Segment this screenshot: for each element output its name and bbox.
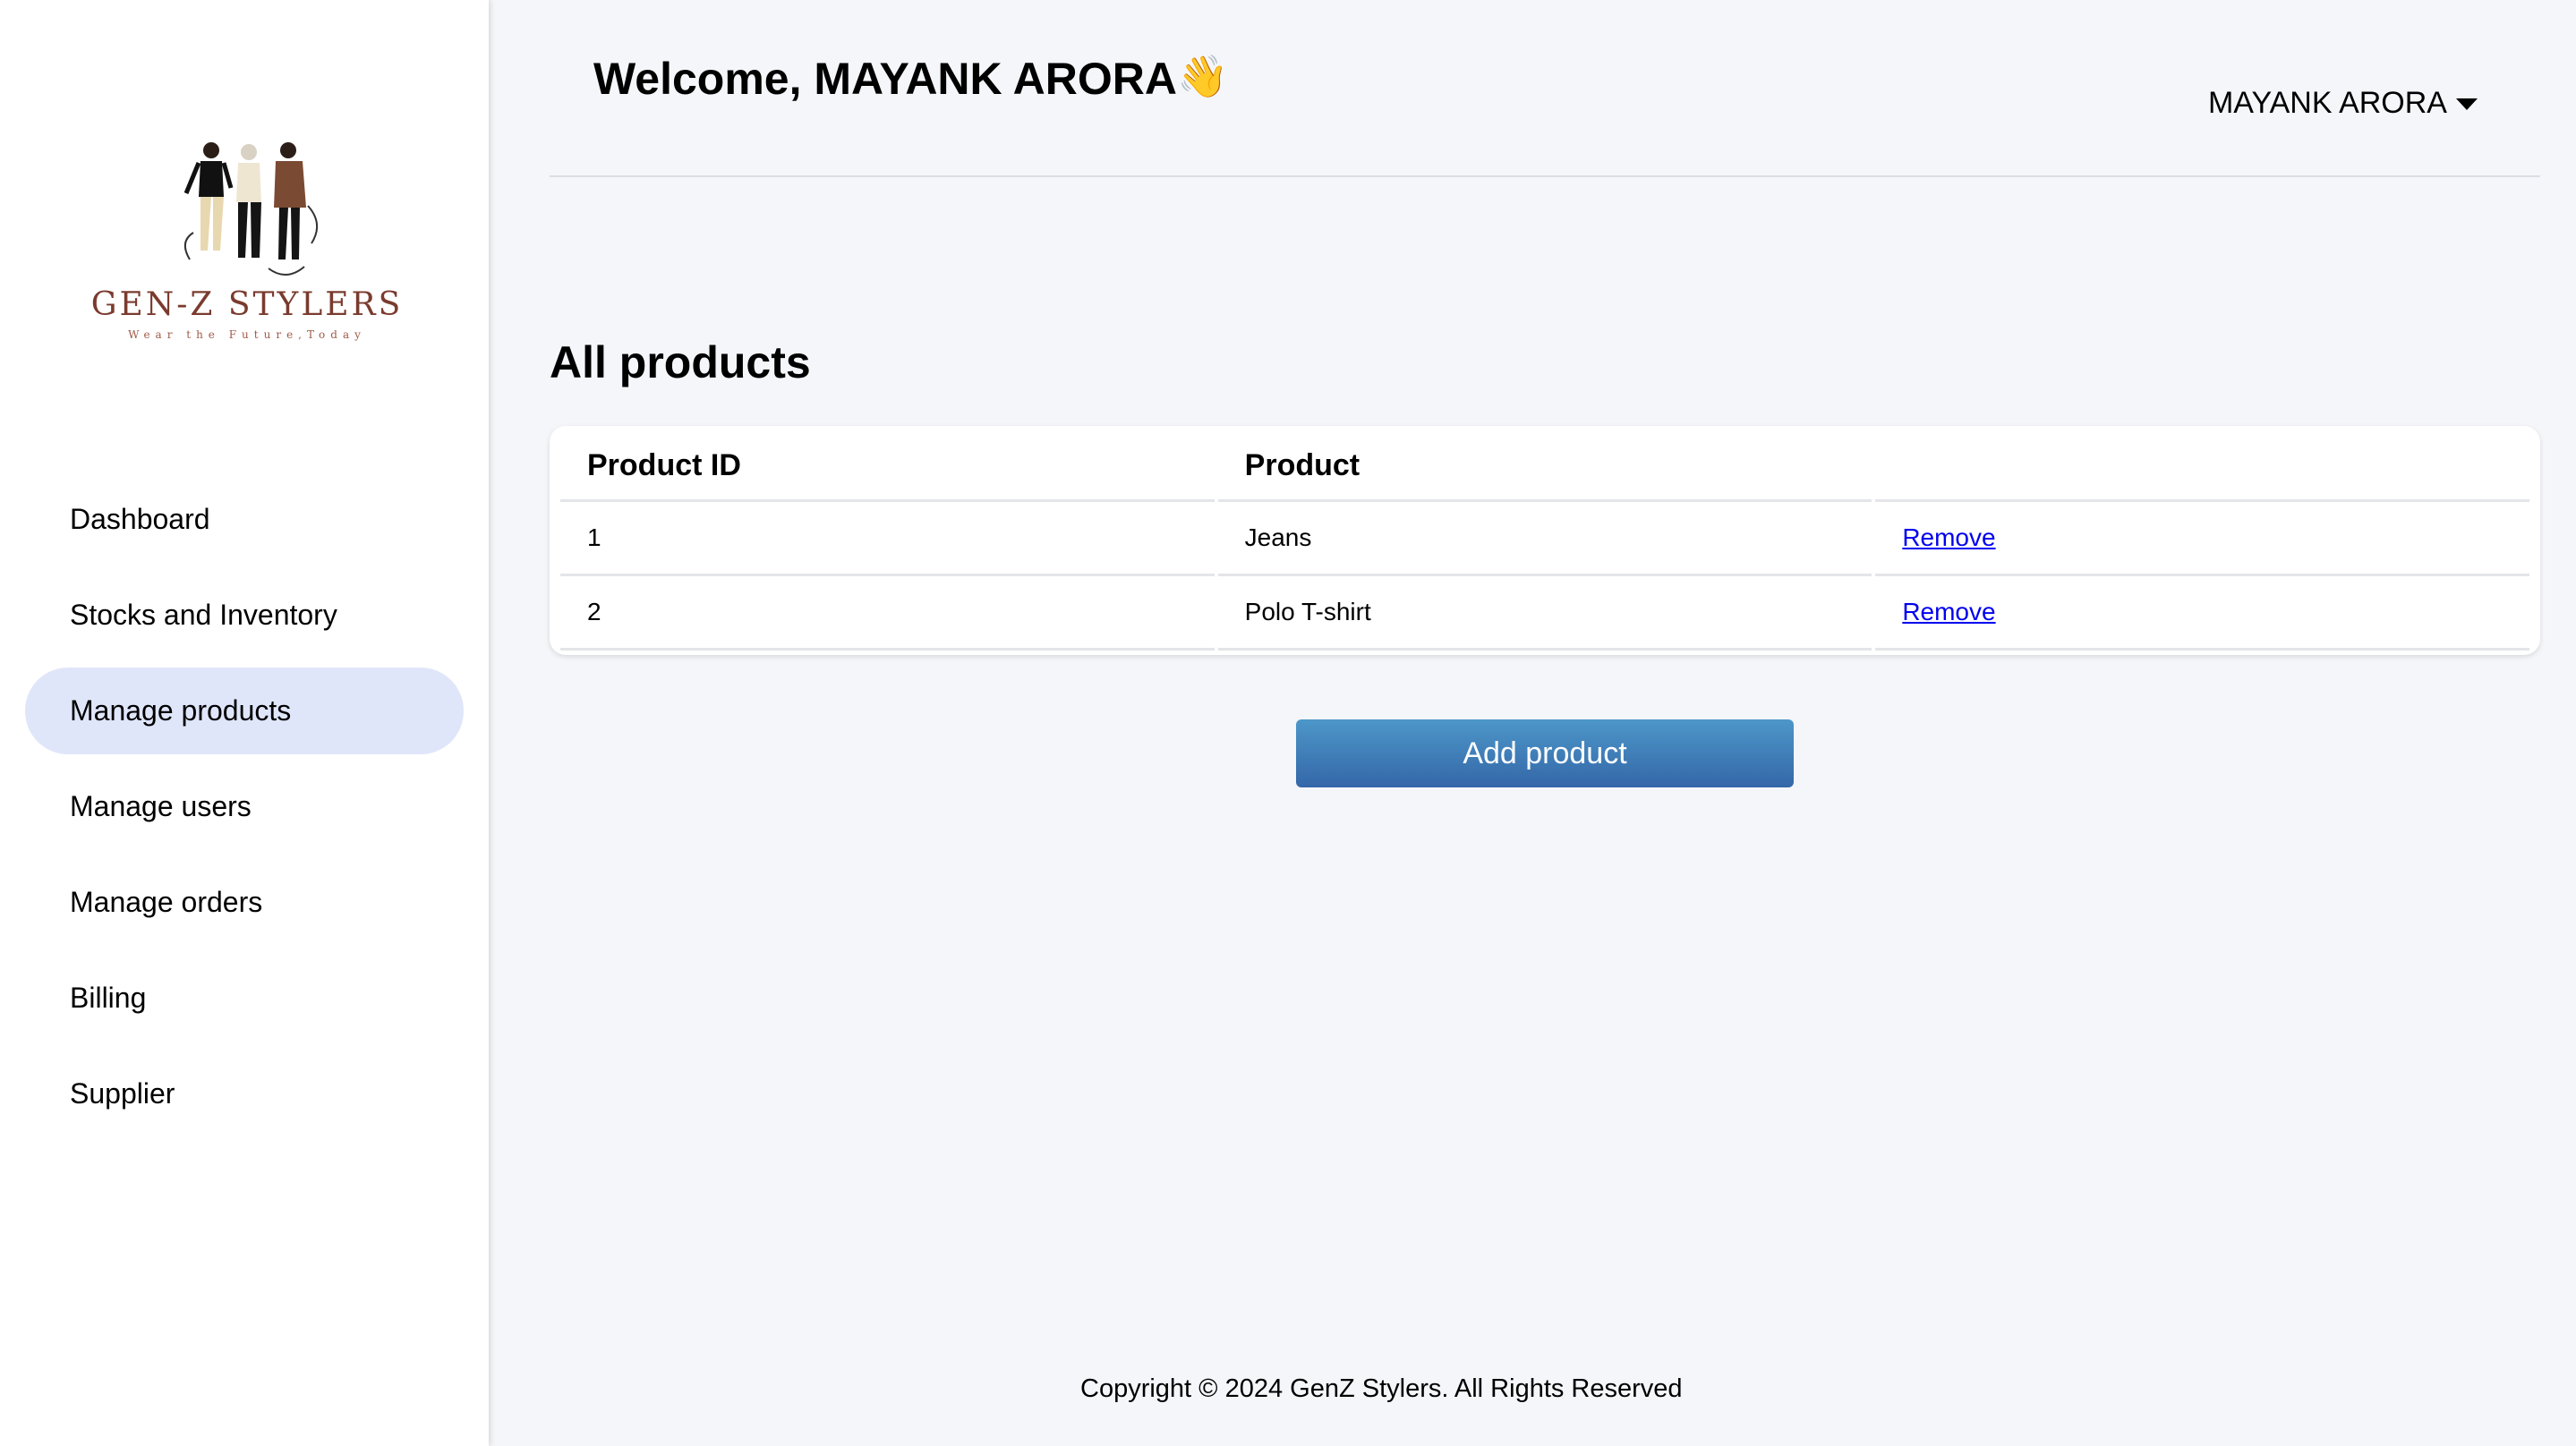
sidebar-nav: Dashboard Stocks and Inventory Manage pr…	[25, 476, 464, 1146]
action-cell: Remove	[1875, 502, 2529, 576]
remove-link[interactable]: Remove	[1902, 598, 1995, 625]
user-menu-label: MAYANK ARORA	[2207, 86, 2447, 120]
action-cell: Remove	[1875, 576, 2529, 651]
sidebar-item-dashboard[interactable]: Dashboard	[25, 476, 464, 563]
brand-name: GEN-Z STYLERS	[91, 286, 404, 323]
sidebar: GEN-Z STYLERS Wear the Future,Today Dash…	[0, 0, 489, 1446]
sidebar-item-billing[interactable]: Billing	[25, 955, 464, 1042]
product-id-cell: 2	[560, 576, 1215, 651]
sidebar-item-manage-products[interactable]: Manage products	[25, 668, 464, 754]
product-name-cell: Polo T-shirt	[1217, 576, 1872, 651]
product-name-cell: Jeans	[1217, 502, 1872, 576]
sidebar-item-supplier[interactable]: Supplier	[25, 1050, 464, 1137]
brand-logo-image: GEN-Z STYLERS Wear the Future,Today	[91, 142, 404, 341]
product-id-cell: 1	[560, 502, 1215, 576]
welcome-heading: Welcome, MAYANK ARORA👋	[593, 52, 1228, 105]
user-menu-dropdown[interactable]: MAYANK ARORA	[2208, 86, 2478, 121]
sidebar-item-manage-orders[interactable]: Manage orders	[25, 859, 464, 946]
footer-copyright: Copyright © 2024 GenZ Stylers. All Right…	[1080, 1374, 1683, 1403]
column-header-product-id: Product ID	[560, 431, 1215, 502]
admin-app: GEN-Z STYLERS Wear the Future,Today Dash…	[0, 0, 2576, 1446]
waving-hand-icon: 👋	[1177, 53, 1229, 99]
remove-link[interactable]: Remove	[1902, 523, 1995, 551]
caret-down-icon	[2456, 98, 2478, 110]
sidebar-item-stocks-and-inventory[interactable]: Stocks and Inventory	[25, 572, 464, 659]
add-product-button[interactable]: Add product	[1296, 719, 1794, 787]
welcome-text: Welcome, MAYANK ARORA	[593, 54, 1178, 104]
products-table-card: Product ID Product 1 Jeans Remove 2 Polo…	[550, 426, 2540, 655]
products-table: Product ID Product 1 Jeans Remove 2 Polo…	[557, 431, 2533, 651]
table-row: 1 Jeans Remove	[560, 502, 2529, 576]
page-title: All products	[550, 337, 811, 387]
header-divider	[550, 175, 2540, 177]
brand-logo[interactable]: GEN-Z STYLERS Wear the Future,Today	[90, 134, 405, 349]
column-header-actions	[1875, 431, 2529, 502]
table-header-row: Product ID Product	[560, 431, 2529, 502]
brand-tagline: Wear the Future,Today	[128, 328, 366, 341]
column-header-product: Product	[1217, 431, 1872, 502]
sidebar-item-manage-users[interactable]: Manage users	[25, 763, 464, 850]
table-row: 2 Polo T-shirt Remove	[560, 576, 2529, 651]
